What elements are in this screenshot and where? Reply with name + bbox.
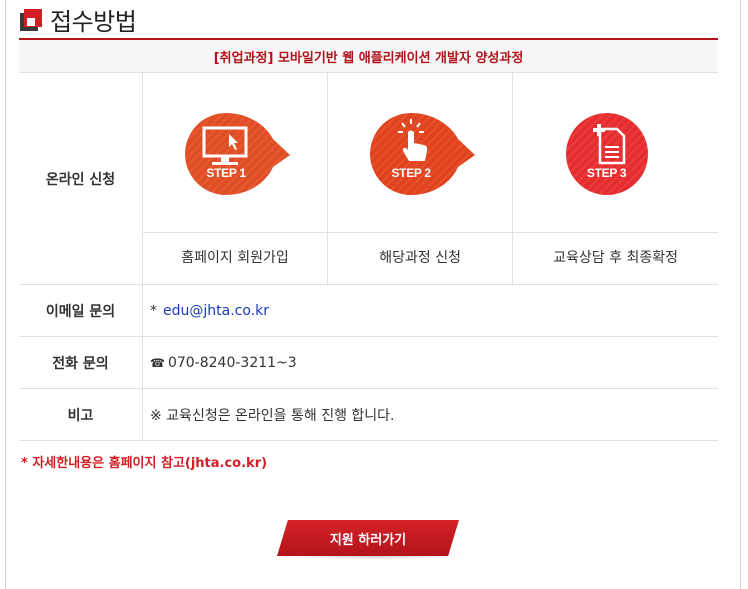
email-row: 이메일 문의 * edu@jhta.co.kr (19, 284, 718, 337)
step-2-cell: STEP 2 (327, 73, 514, 233)
phone-value-cell: ☎ 070-8240-3211~3 (142, 336, 718, 389)
step-1-label: 홈페이지 회원가입 (181, 250, 289, 266)
online-steps-row: 온라인 신청 STEP 1 STEP 2 STEP 3 (19, 73, 718, 285)
document-plus-icon (592, 123, 625, 164)
step-2-badge: STEP 2 (364, 105, 476, 201)
phone-icon: ☎ (150, 355, 165, 370)
step-2-badge-text: STEP 2 (391, 165, 431, 180)
remarks-row: 비고 ※ 교육신청은 온라인을 통해 진행 합니다. (19, 388, 718, 441)
phone-label: 전화 문의 (19, 336, 143, 389)
step-3-cell: STEP 3 (512, 73, 718, 233)
email-link[interactable]: edu@jhta.co.kr (163, 303, 269, 319)
remarks-label: 비고 (19, 388, 143, 441)
online-label: 온라인 신청 (19, 73, 143, 285)
phone-row: 전화 문의 ☎ 070-8240-3211~3 (19, 336, 718, 389)
step-1-cell: STEP 1 (142, 73, 329, 233)
phone-number: 070-8240-3211~3 (167, 354, 297, 371)
apply-button[interactable]: 지원 하러가기 (277, 520, 459, 556)
homepage-note: * 자세한내용은 홈페이지 참고(jhta.co.kr) (21, 456, 268, 471)
apply-button-wrap: 지원 하러가기 (277, 520, 465, 564)
section-bullet-icon (20, 9, 42, 31)
email-value-cell: * edu@jhta.co.kr (142, 284, 718, 337)
step-3-badge: STEP 3 (560, 105, 672, 201)
step-3-badge-text: STEP 3 (586, 165, 627, 180)
step-1-badge-text: STEP 1 (206, 165, 246, 180)
step-3-label: 교육상담 후 최종확정 (553, 250, 678, 266)
email-bullet: * (150, 302, 157, 319)
section-header: 접수방법 (20, 0, 137, 38)
remarks-value: ※ 교육신청은 온라인을 통해 진행 합니다. (142, 388, 718, 441)
course-title: [취업과정] 모바일기반 웹 애플리케이션 개발자 양성과정 (19, 40, 718, 73)
step-2-label: 해당과정 신청 (379, 250, 461, 266)
application-info-table: 온라인 신청 STEP 1 STEP 2 STEP 3 홈페이지 회원가입 해당… (19, 73, 718, 441)
email-label: 이메일 문의 (19, 284, 143, 337)
step-1-badge: STEP 1 (179, 105, 291, 201)
hand-pointer-icon (398, 118, 428, 161)
page-title: 접수방법 (50, 7, 137, 36)
monitor-cursor-icon (202, 126, 248, 165)
